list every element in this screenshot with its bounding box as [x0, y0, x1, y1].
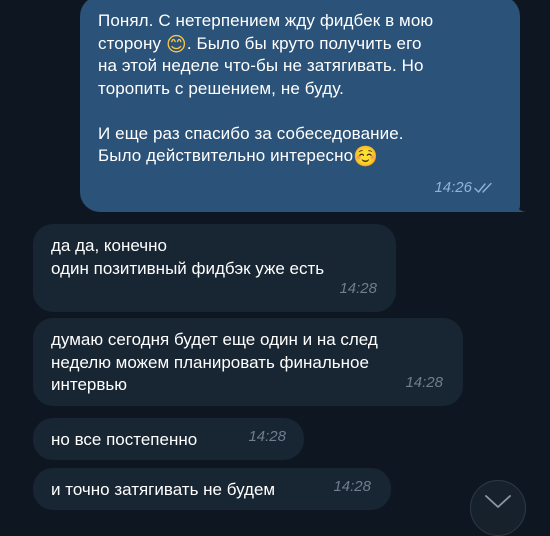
- incoming-message[interactable]: думаю сегодня будет еще один и на след н…: [33, 318, 463, 406]
- message-time: 14:28: [333, 477, 371, 495]
- message-text: и точно затягивать не будем: [51, 480, 276, 499]
- message-time: 14:28: [405, 373, 443, 391]
- message-time: 14:28: [248, 427, 286, 445]
- incoming-message[interactable]: да да, конечно один позитивный фидбэк уж…: [33, 224, 396, 312]
- outgoing-message[interactable]: Понял. С нетерпением жду фидбек в мою ст…: [80, 0, 520, 212]
- double-check-icon: [474, 182, 492, 193]
- message-text: Понял. С нетерпением жду фидбек в мою ст…: [98, 10, 502, 168]
- chat-history[interactable]: Понял. С нетерпением жду фидбек в мою ст…: [0, 0, 550, 536]
- bubble-tail: [512, 196, 526, 212]
- smiling-face-emoji: 😊: [165, 31, 187, 56]
- blushing-face-emoji: ☺️: [353, 144, 379, 168]
- message-meta: 14:26: [434, 177, 496, 200]
- scroll-to-bottom-button[interactable]: [470, 480, 526, 536]
- incoming-message[interactable]: и точно затягивать не будем 14:28: [33, 468, 391, 510]
- message-time: 14:26: [434, 178, 472, 196]
- chevron-down-icon: [485, 495, 511, 508]
- message-text: да да, конечно один позитивный фидбэк уж…: [51, 236, 325, 278]
- incoming-message[interactable]: но все постепенно 14:28: [33, 418, 304, 460]
- message-time: 14:28: [339, 279, 377, 297]
- message-text: думаю сегодня будет еще один и на след н…: [51, 330, 378, 394]
- message-text: но все постепенно: [51, 430, 198, 449]
